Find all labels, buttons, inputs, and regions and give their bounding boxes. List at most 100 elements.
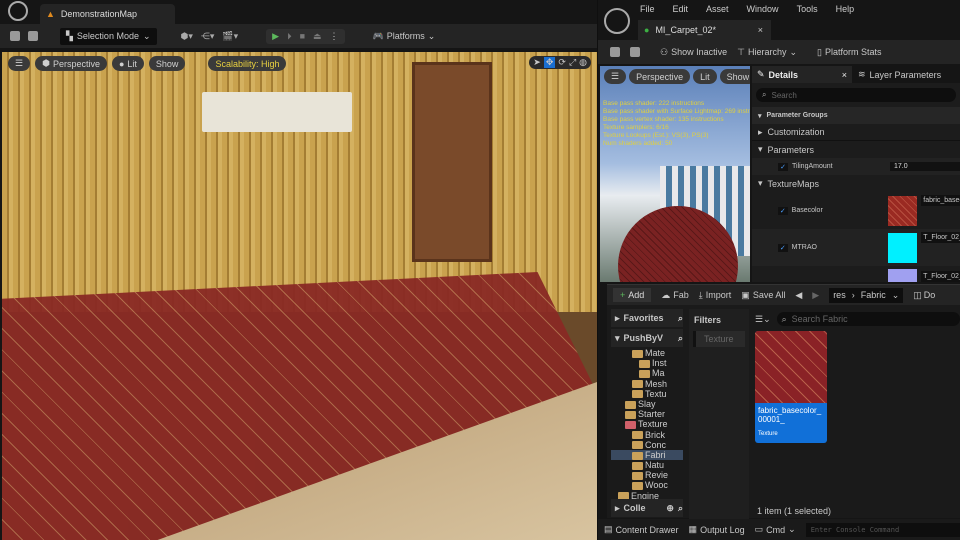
browse-icon[interactable] (630, 47, 640, 57)
basecolor-asset-picker[interactable]: fabric_basecolor_00001_ (921, 195, 960, 206)
menu-window[interactable]: Window (747, 4, 779, 14)
menu-tools[interactable]: Tools (797, 4, 818, 14)
eject-icon[interactable]: ⏏ (313, 31, 322, 42)
menu-asset[interactable]: Asset (706, 4, 729, 14)
close-tab-icon[interactable]: × (758, 25, 763, 35)
add-button[interactable]: + Add (613, 288, 652, 302)
breadcrumb-segment[interactable]: Fabric (861, 290, 886, 300)
hierarchy-dropdown[interactable]: ⊤ Hierarchy ⌄ (737, 47, 797, 58)
project-header[interactable]: ▾ PushByV ⌕ (611, 329, 683, 347)
preview-perspective-button[interactable]: Perspective (629, 69, 691, 84)
folder-item[interactable]: Mesh (611, 379, 683, 389)
folder-item[interactable]: Natu (611, 460, 683, 470)
cinematics-icon[interactable]: 🎬▾ (222, 31, 238, 42)
ue-logo[interactable] (8, 1, 28, 21)
select-icon[interactable]: ➤ (533, 57, 541, 68)
save-icon[interactable] (610, 47, 620, 57)
layer-parameters-tab[interactable]: ≋ Layer Parameters (852, 69, 941, 80)
dock-button[interactable]: ◫ Do (913, 290, 935, 301)
tiling-value-input[interactable]: 17.0 (890, 162, 960, 171)
mtrao-thumbnail[interactable] (888, 232, 918, 263)
platform-stats-button[interactable]: ▯ Platform Stats (817, 47, 881, 58)
breadcrumb-segment[interactable]: res (833, 290, 846, 300)
close-tab-icon[interactable]: × (842, 70, 847, 80)
browse-icon[interactable] (28, 31, 38, 41)
search-icon[interactable]: ⌕ (678, 503, 683, 514)
details-search[interactable]: ⌕ Search (756, 88, 956, 102)
asset-tile[interactable]: fabric_basecolor_00001_ Texture (755, 331, 827, 443)
ue-logo[interactable] (604, 8, 630, 34)
preview-show-button[interactable]: Show (719, 69, 750, 84)
folder-item[interactable]: Slay (611, 399, 683, 409)
content-drawer-button[interactable]: ▤ Content Drawer (604, 524, 679, 535)
folder-item[interactable]: Texture (611, 419, 683, 429)
level-viewport[interactable]: ☰ ⬢ Perspective ● Lit Show Scalability: Hi… (2, 52, 597, 540)
folder-item[interactable]: Conc (611, 440, 683, 450)
parameters-group[interactable]: ▾ Parameters (752, 141, 960, 158)
path-breadcrumb[interactable]: res › Fabric ⌄ (829, 287, 904, 303)
move-icon[interactable]: ✥ (543, 57, 556, 68)
lit-button[interactable]: ● Lit (111, 56, 144, 71)
menu-help[interactable]: Help (836, 4, 855, 14)
folder-item[interactable]: Fabri (611, 449, 683, 461)
fab-button[interactable]: ☁ Fab (661, 290, 689, 301)
folder-item[interactable]: Starter (611, 409, 683, 419)
mtrao-asset-picker[interactable]: T_Floor_02_MTRAO (921, 232, 960, 243)
folder-item[interactable]: Ma (611, 368, 683, 378)
material-preview[interactable]: ☰ Perspective Lit Show Base pass shader:… (600, 66, 750, 282)
viewport-menu-button[interactable]: ☰ (8, 56, 31, 71)
scalability-badge[interactable]: Scalability: High (208, 56, 287, 71)
preview-menu-button[interactable]: ☰ (604, 69, 627, 84)
basecolor-thumbnail[interactable] (888, 195, 918, 226)
normal-thumbnail[interactable] (888, 269, 918, 282)
add-collection-icon[interactable]: ⊕ (666, 503, 674, 514)
search-icon[interactable]: ⌕ (678, 333, 683, 344)
save-icon[interactable] (10, 31, 20, 41)
level-tab[interactable]: ▲ DemonstrationMap (40, 4, 175, 24)
play-icon[interactable]: ▶ (272, 31, 279, 42)
folder-item[interactable]: Inst (611, 358, 683, 368)
cmd-dropdown[interactable]: ▭ Cmd ⌄ (755, 524, 796, 535)
back-icon[interactable]: ◀ (795, 290, 802, 301)
show-button[interactable]: Show (148, 56, 186, 71)
blueprint-icon[interactable]: ⋲▾ (201, 31, 215, 42)
asset-search-input[interactable]: ⌕ Search Fabric (776, 312, 960, 326)
normal-asset-picker[interactable]: T_Floor_02_N (921, 270, 960, 282)
filter-icon[interactable]: ☰⌄ (755, 314, 771, 325)
folder-item[interactable]: Engine (611, 491, 683, 499)
world-icon[interactable]: ◍ (579, 57, 587, 68)
mtrao-checkbox[interactable]: ✓ (778, 243, 788, 252)
collections-header[interactable]: ▸ Colle ⊕ ⌕ (611, 499, 683, 517)
perspective-button[interactable]: ⬢ Perspective (35, 56, 107, 71)
material-tab[interactable]: ● MI_Carpet_02* × (638, 20, 771, 40)
forward-icon[interactable]: ▶ (812, 290, 819, 301)
folder-item[interactable]: Revie (611, 470, 683, 480)
platforms-dropdown[interactable]: 🎮 Platforms ⌄ (373, 31, 436, 42)
save-all-button[interactable]: ▣ Save All (741, 290, 785, 301)
tiling-checkbox[interactable]: ✓ (778, 162, 788, 171)
folder-item[interactable]: Wooc (611, 480, 683, 490)
step-icon[interactable]: ⏵ (287, 31, 292, 42)
basecolor-checkbox[interactable]: ✓ (778, 206, 788, 215)
folder-item[interactable]: Mate (611, 348, 683, 358)
show-inactive-button[interactable]: ⚇ Show Inactive (660, 47, 727, 58)
add-actor-icon[interactable]: ⬢▾ (181, 31, 193, 42)
parameter-groups-header[interactable]: ▾ Parameter Groups (752, 107, 960, 124)
folder-item[interactable]: Textu (611, 389, 683, 399)
texturemaps-group[interactable]: ▾ TextureMaps (752, 175, 960, 192)
preview-lit-button[interactable]: Lit (693, 69, 717, 84)
output-log-button[interactable]: ▦ Output Log (689, 524, 745, 535)
folder-item[interactable]: Brick (611, 430, 683, 440)
customization-group[interactable]: ▸ Customization (752, 124, 960, 141)
stop-icon[interactable]: ■ (300, 31, 305, 41)
selection-mode-dropdown[interactable]: ▚ Selection Mode ⌄ (60, 27, 157, 45)
details-tab[interactable]: ✎ Details × (752, 66, 852, 83)
more-icon[interactable]: ⋮ (330, 31, 339, 42)
rotate-icon[interactable]: ⟳ (558, 57, 566, 68)
favorites-header[interactable]: ▸ Favorites ⌕ (611, 309, 683, 327)
scale-icon[interactable]: ⤢ (569, 57, 576, 68)
import-button[interactable]: ⤓ Import (699, 290, 732, 301)
menu-file[interactable]: File (640, 4, 655, 14)
console-input[interactable]: Enter Console Command (805, 522, 960, 537)
search-icon[interactable]: ⌕ (678, 313, 683, 324)
